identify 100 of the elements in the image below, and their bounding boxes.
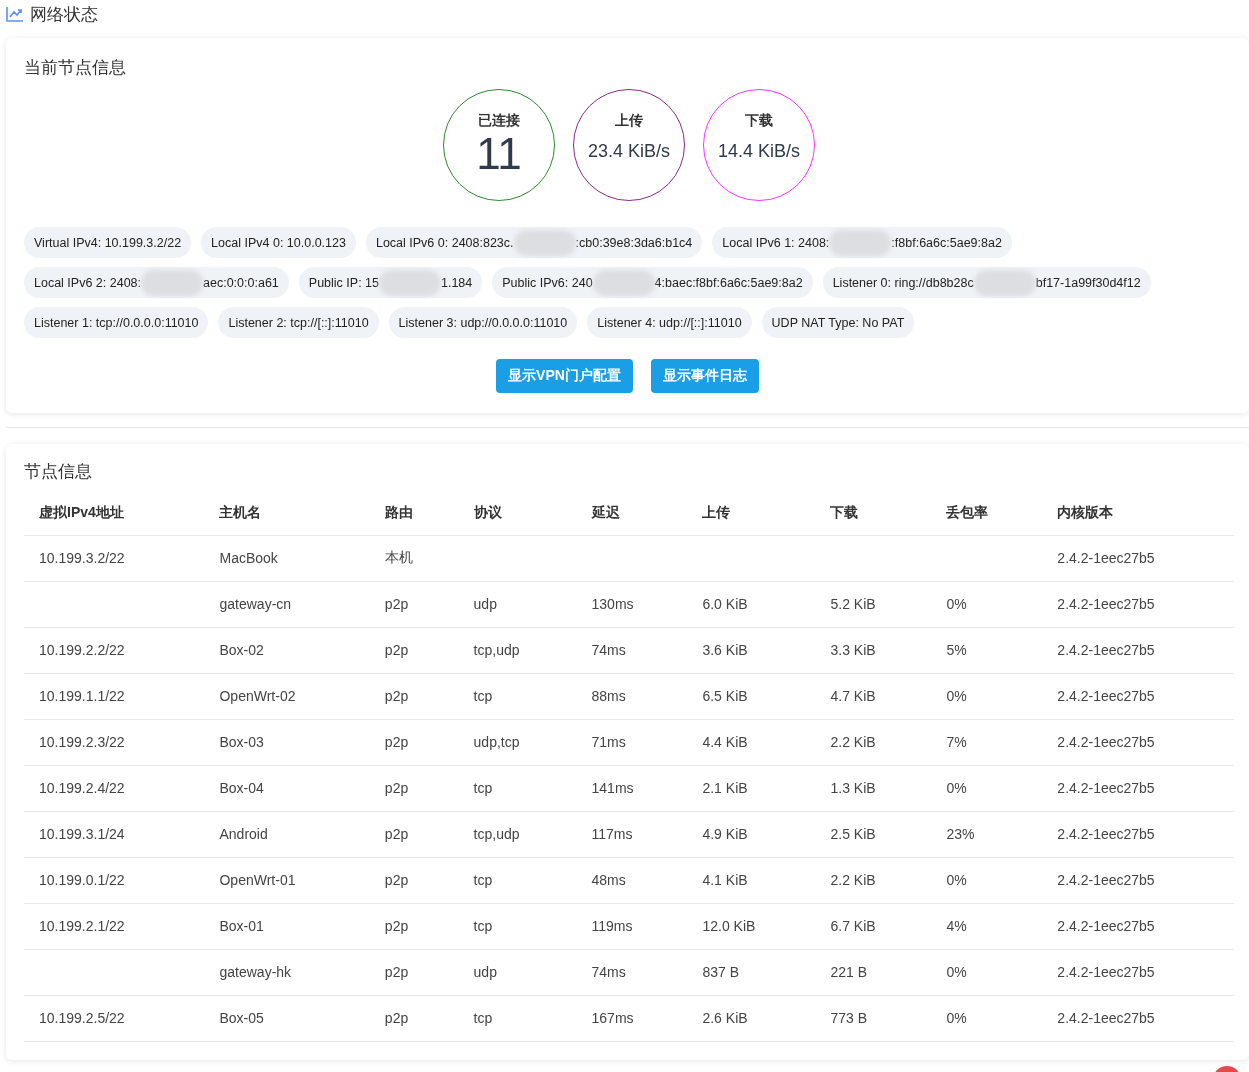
table-cell: p2p: [369, 811, 459, 857]
table-cell: udp: [458, 581, 577, 627]
table-cell: 10.199.3.1/24: [24, 811, 205, 857]
table-cell: 10.199.2.2/22: [24, 627, 205, 673]
table-cell: Box-02: [204, 627, 370, 673]
stat-label: 上传: [615, 112, 643, 130]
table-cell: 12.0 KiB: [687, 903, 816, 949]
table-cell: p2p: [369, 949, 459, 995]
tag-text: Listener 4: udp://[::]:11010: [597, 315, 742, 330]
tag-text: bf17-1a99f30d4f12: [1035, 275, 1141, 290]
table-cell: OpenWrt-01: [204, 857, 370, 903]
action-button[interactable]: 显示事件日志: [650, 359, 759, 393]
tag-text: Listener 0: ring://db8b28c: [832, 275, 974, 290]
table-cell: 0%: [931, 949, 1043, 995]
tag-text: 4:baec:f8bf:6a6c:5ae9:8a2: [654, 275, 803, 290]
tag-text: :f8bf:6a6c:5ae9:8a2: [891, 235, 1002, 250]
table-cell: 4.1 KiB: [687, 857, 816, 903]
table-cell: 2.4.2-1eec27b5: [1042, 673, 1234, 719]
table-cell: 10.199.2.1/22: [24, 903, 205, 949]
tag-text: Local IPv4 0: 10.0.0.123: [211, 235, 346, 250]
column-header: 内核版本: [1042, 491, 1234, 535]
table-cell: 0%: [931, 765, 1043, 811]
table-cell: 10.199.0.1/22: [24, 857, 205, 903]
table-cell: 6.7 KiB: [815, 903, 932, 949]
table-cell: 2.4.2-1eec27b5: [1042, 765, 1234, 811]
table-cell: p2p: [369, 627, 459, 673]
table-cell: 48ms: [576, 857, 688, 903]
table-cell: 0%: [931, 995, 1043, 1041]
table-cell: 10.199.2.4/22: [24, 765, 205, 811]
tag-text: Listener 1: tcp://0.0.0.0:11010: [34, 315, 199, 330]
tag-text: Public IP: 15: [308, 275, 379, 290]
table-cell: p2p: [369, 903, 459, 949]
table-cell: 10.199.1.1/22: [24, 673, 205, 719]
column-header: 协议: [458, 491, 577, 535]
action-button[interactable]: 显示VPN门户配置: [496, 359, 633, 393]
table-cell: p2p: [369, 857, 459, 903]
table-cell: 221 B: [815, 949, 932, 995]
stat-value: 11: [476, 130, 522, 178]
table-cell: 23%: [931, 811, 1043, 857]
table-cell: 10.199.2.5/22: [24, 995, 205, 1041]
table-cell: p2p: [369, 581, 459, 627]
table-cell: 6.0 KiB: [687, 581, 816, 627]
stat-label: 已连接: [478, 112, 520, 130]
table-cell: 7%: [931, 719, 1043, 765]
table-cell: udp: [458, 949, 577, 995]
table-cell: udp,tcp: [458, 719, 577, 765]
table-cell: tcp: [458, 765, 577, 811]
table-cell: 2.5 KiB: [815, 811, 932, 857]
table-cell: tcp: [458, 857, 577, 903]
table-cell: p2p: [369, 673, 459, 719]
table-cell: 141ms: [576, 765, 688, 811]
stat-label: 下载: [745, 112, 773, 130]
table-cell: 10.199.2.3/22: [24, 719, 205, 765]
table-cell: 3.6 KiB: [687, 627, 816, 673]
tag-text: UDP NAT Type: No PAT: [771, 315, 905, 330]
column-header: 主机名: [204, 491, 370, 535]
table-cell: 4.4 KiB: [687, 719, 816, 765]
table-cell: 167ms: [576, 995, 688, 1041]
table-cell: 本机: [369, 535, 459, 581]
table-cell: 2.4.2-1eec27b5: [1042, 857, 1234, 903]
table-cell: 2.1 KiB: [687, 765, 816, 811]
table-cell: 2.6 KiB: [687, 995, 816, 1041]
tag-text: Local IPv6 1: 2408:: [722, 235, 830, 250]
table-cell: Box-04: [204, 765, 370, 811]
table-cell: 2.4.2-1eec27b5: [1042, 627, 1234, 673]
column-header: 延迟: [576, 491, 688, 535]
table-cell: 0%: [931, 673, 1043, 719]
table-cell: 1.3 KiB: [815, 765, 932, 811]
stat-value: 23.4 KiB/s: [587, 141, 670, 162]
table-cell: 10.199.3.2/22: [24, 535, 205, 581]
card-title: 当前节点信息: [24, 57, 127, 79]
table-cell: 2.4.2-1eec27b5: [1042, 811, 1234, 857]
column-header: 路由: [369, 491, 459, 535]
table-cell: 74ms: [576, 627, 688, 673]
table-cell: 0%: [931, 581, 1043, 627]
table-cell: 773 B: [815, 995, 932, 1041]
table-cell: 2.4.2-1eec27b5: [1042, 581, 1234, 627]
table-cell: 4.9 KiB: [687, 811, 816, 857]
tag-text: Local IPv6 0: 2408:823c.: [375, 235, 514, 250]
table-cell: 74ms: [576, 949, 688, 995]
table-cell: 2.4.2-1eec27b5: [1042, 719, 1234, 765]
table-cell: p2p: [369, 995, 459, 1041]
table-cell: tcp,udp: [458, 627, 577, 673]
table-cell: 117ms: [576, 811, 688, 857]
column-header: 上传: [687, 491, 816, 535]
table-cell: tcp: [458, 995, 577, 1041]
table-cell: 5.2 KiB: [815, 581, 932, 627]
page-title: 网络状态: [30, 3, 98, 26]
table-cell: 2.2 KiB: [815, 857, 932, 903]
tag-text: Local IPv6 2: 2408:: [34, 275, 142, 290]
table-cell: 3.3 KiB: [815, 627, 932, 673]
tag-text: 1.184: [441, 275, 473, 290]
column-header: 虚拟IPv4地址: [24, 491, 205, 535]
table-cell: 88ms: [576, 673, 688, 719]
tag-text: Public IPv6: 240: [502, 275, 593, 290]
table-cell: 2.4.2-1eec27b5: [1042, 903, 1234, 949]
table-cell: 71ms: [576, 719, 688, 765]
table-cell: p2p: [369, 719, 459, 765]
table-cell: 2.4.2-1eec27b5: [1042, 995, 1234, 1041]
table-cell: gateway-cn: [204, 581, 370, 627]
